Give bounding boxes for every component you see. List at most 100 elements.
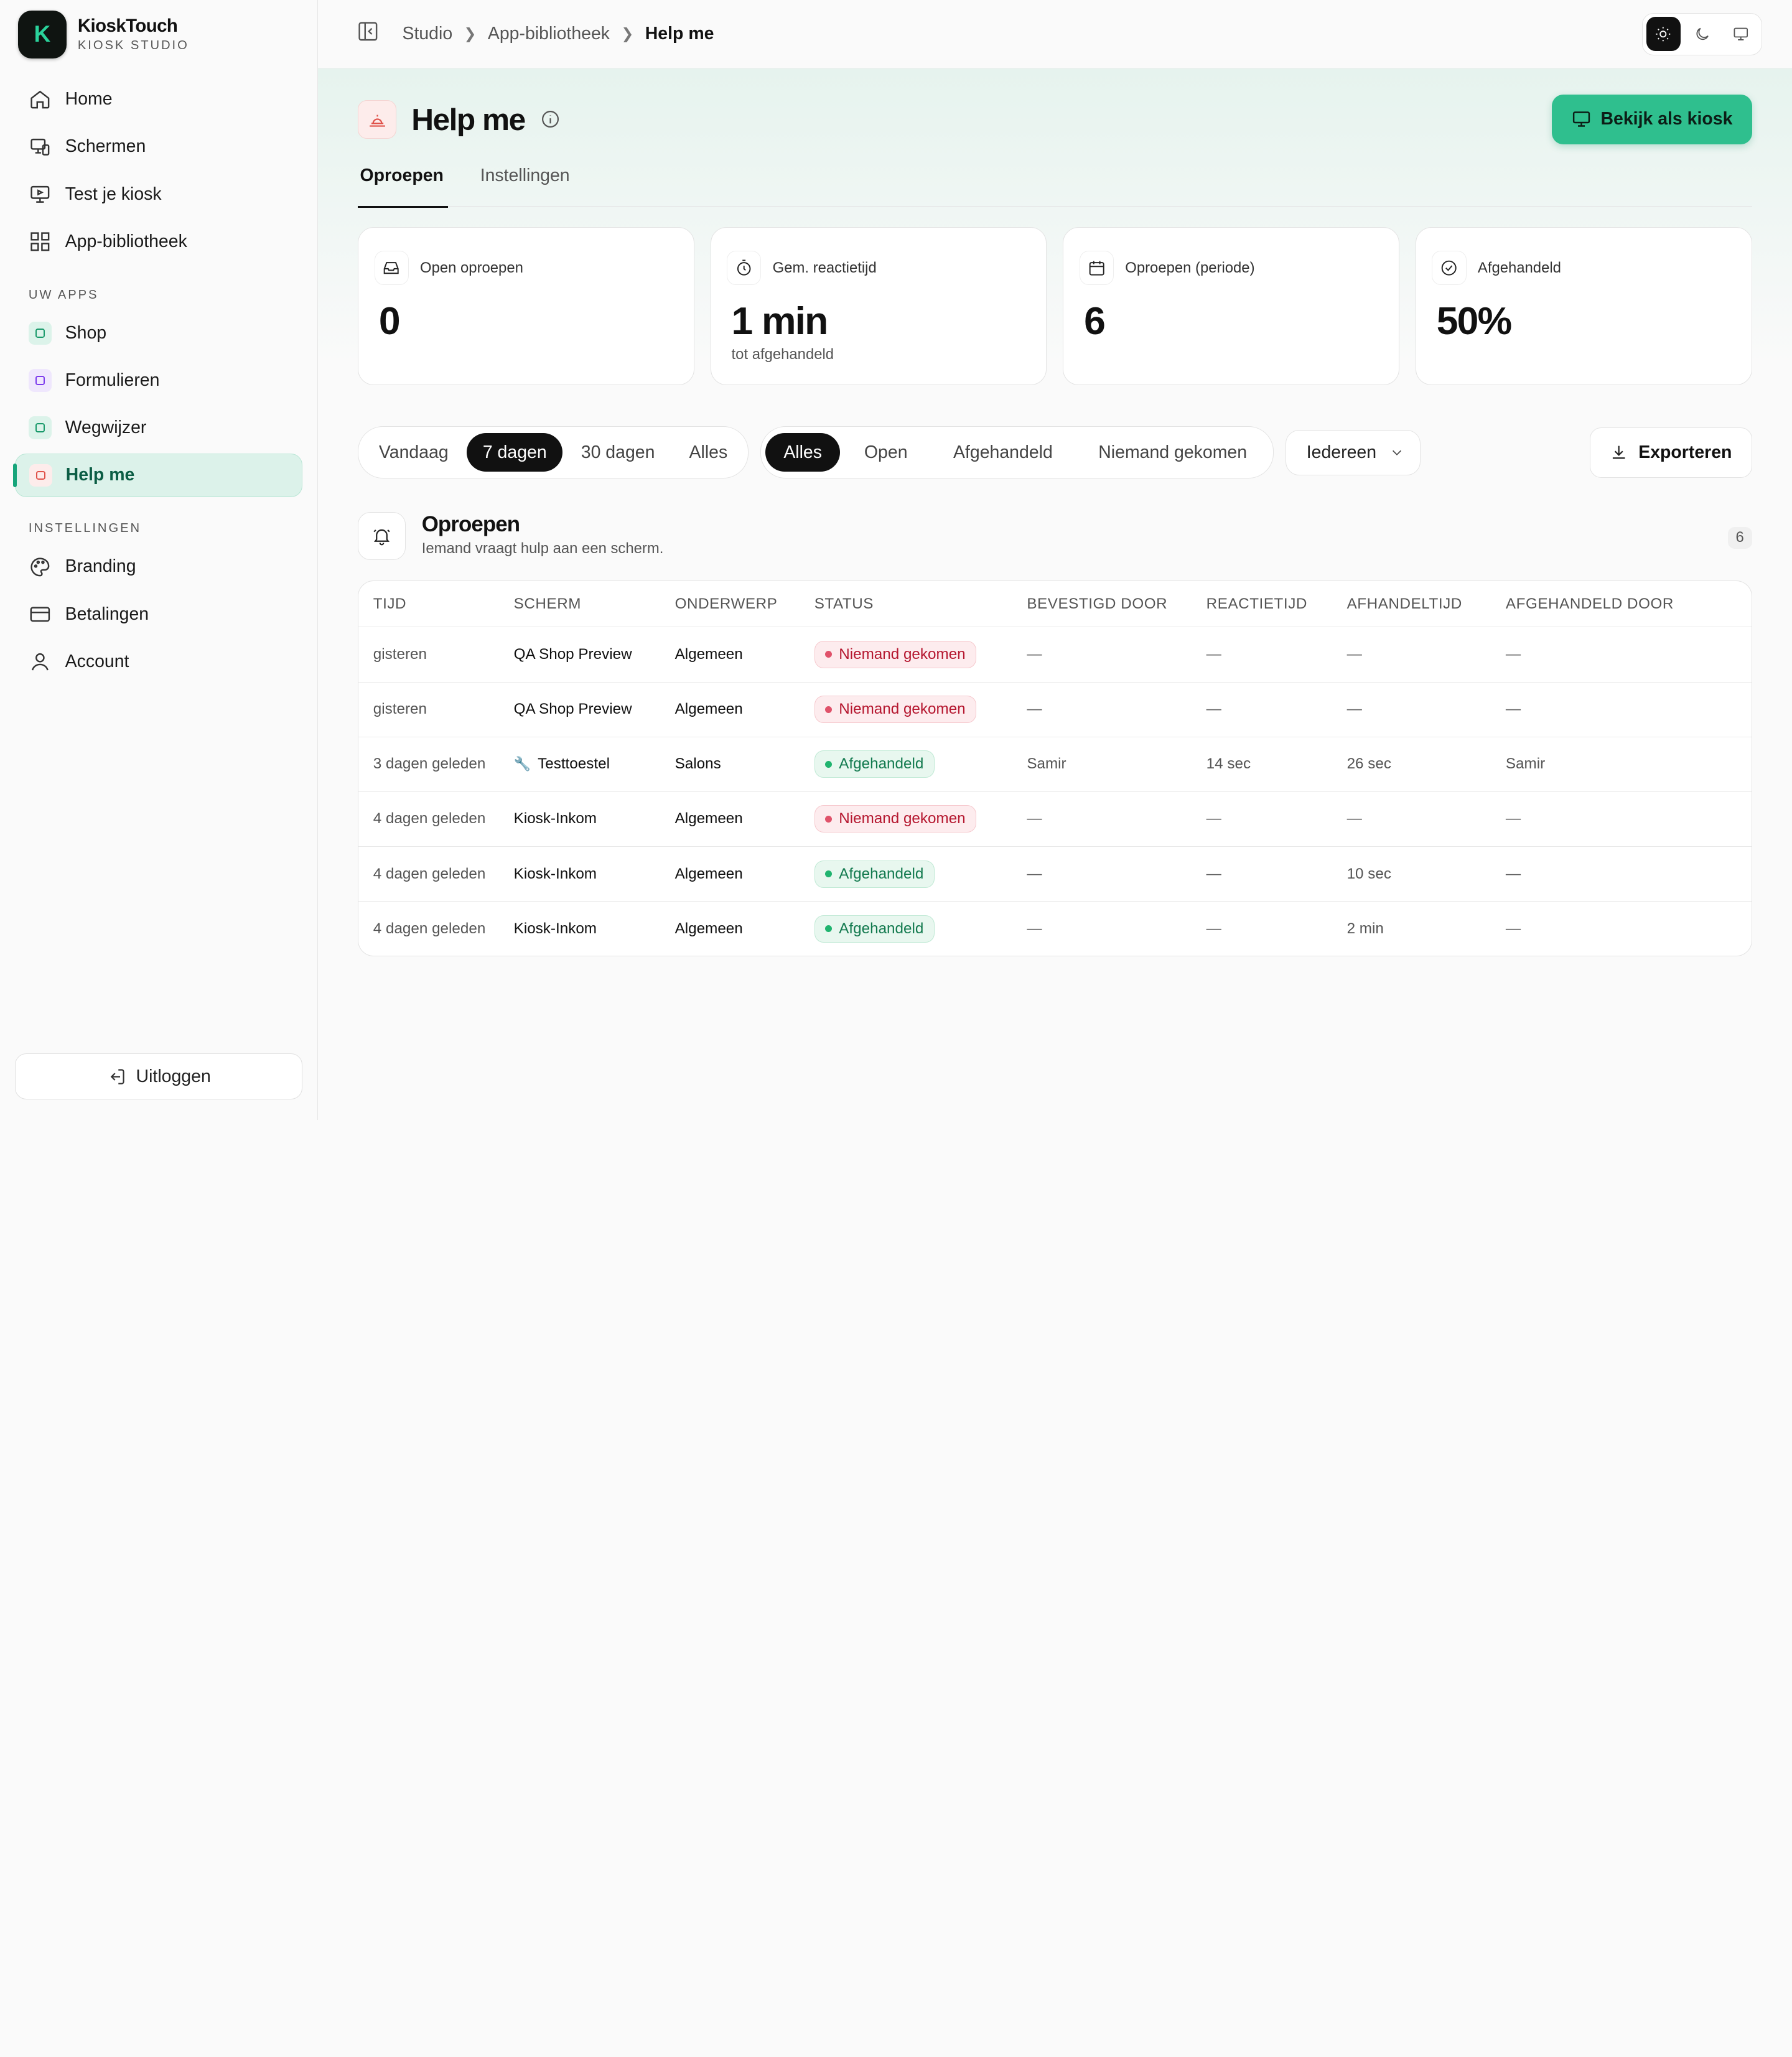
screens-icon (30, 138, 50, 156)
chevron-right-icon: ❯ (621, 26, 634, 43)
status-badge: Afgehandeld (814, 860, 935, 888)
sidebar-item-label: Betalingen (65, 604, 149, 624)
card-icon (30, 607, 50, 622)
table-row[interactable]: 4 dagen geleden Kiosk-Inkom Algemeen Nie… (358, 791, 1752, 846)
column-header[interactable]: AFGEHANDELD DOOR (1506, 595, 1752, 613)
sidebar-item-shop[interactable]: Shop (15, 311, 302, 355)
info-icon[interactable] (540, 109, 561, 129)
view-as-kiosk-button[interactable]: Bekijk als kiosk (1551, 94, 1752, 145)
cell-confirmed-by: — (1027, 701, 1042, 718)
column-header[interactable]: BEVESTIGD DOOR (1027, 595, 1206, 613)
brand[interactable]: K KioskTouch KIOSK STUDIO (0, 0, 317, 68)
cell-time: 4 dagen geleden (373, 920, 486, 937)
column-header[interactable]: REACTIETIJD (1206, 595, 1347, 613)
table-row[interactable]: gisteren QA Shop Preview Algemeen Nieman… (358, 627, 1752, 681)
breadcrumb-studio[interactable]: Studio (402, 24, 452, 44)
column-header[interactable]: STATUS (814, 595, 1027, 613)
status-option-niemand-gekomen[interactable]: Niemand gekomen (1076, 433, 1269, 472)
calls-subtitle: Iemand vraagt hulp aan een scherm. (421, 540, 664, 557)
table-row[interactable]: 3 dagen geleden 🔧 Testtoestel Salons Afge… (358, 736, 1752, 791)
status-option-open[interactable]: Open (842, 433, 929, 472)
sidebar-item-label: Branding (65, 556, 136, 577)
sidebar-item-home[interactable]: Home (15, 78, 302, 121)
filters-row: Vandaag 7 dagen 30 dagen Alles Alles Ope… (357, 426, 1752, 479)
logout-button[interactable]: Uitloggen (14, 1053, 302, 1099)
section-label-settings: INSTELLINGEN (28, 521, 142, 536)
sidebar-item-branding[interactable]: Branding (15, 545, 302, 589)
stat-value: 0 (378, 299, 401, 343)
export-button[interactable]: Exporteren (1590, 427, 1752, 478)
status-badge-label: Afgehandeld (839, 920, 924, 937)
check-circle-icon (1432, 251, 1467, 286)
breadcrumb-app-bibliotheek[interactable]: App-bibliotheek (488, 24, 610, 44)
stat-value: 6 (1084, 299, 1106, 343)
stat-value: 50% (1436, 299, 1512, 343)
sidebar-item-test-kiosk[interactable]: Test je kiosk (15, 172, 302, 216)
period-filter: Vandaag 7 dagen 30 dagen Alles (357, 426, 749, 479)
period-option-30-dagen[interactable]: 30 dagen (565, 433, 671, 472)
stat-label: Afgehandeld (1477, 259, 1561, 276)
cell-reaction: 14 sec (1206, 755, 1251, 773)
sidebar-item-schermen[interactable]: Schermen (15, 125, 302, 169)
sidebar-item-label: Wegwijzer (65, 417, 147, 438)
page-title: Help me (411, 101, 526, 137)
sidebar-item-betalingen[interactable]: Betalingen (15, 592, 302, 636)
cell-confirmed-by: Samir (1027, 755, 1066, 773)
theme-system-button[interactable] (1724, 17, 1758, 51)
theme-dark-button[interactable] (1685, 17, 1719, 51)
status-option-alles[interactable]: Alles (765, 433, 841, 472)
cell-screen: Testtoestel (538, 755, 610, 773)
bell-icon (369, 115, 385, 128)
theme-light-button[interactable] (1646, 17, 1681, 52)
cell-screen: Kiosk-Inkom (513, 920, 597, 937)
sidebar-item-wegwijzer[interactable]: Wegwijzer (15, 406, 302, 450)
moon-icon (1696, 27, 1709, 40)
tab-instellingen[interactable]: Instellingen (478, 166, 572, 207)
status-badge-label: Niemand gekomen (839, 645, 966, 663)
sidebar-item-help-me[interactable]: Help me (13, 454, 302, 497)
bell-icon (29, 464, 52, 487)
cell-confirmed-by: — (1027, 810, 1042, 828)
cell-confirmed-by: — (1027, 865, 1042, 882)
cell-topic: Algemeen (674, 865, 743, 882)
column-header[interactable]: ONDERWERP (675, 595, 814, 613)
period-option-7-dagen[interactable]: 7 dagen (467, 433, 563, 472)
sidebar-item-app-bibliotheek[interactable]: App-bibliotheek (15, 220, 302, 263)
table-row[interactable]: 4 dagen geleden Kiosk-Inkom Algemeen Afg… (358, 901, 1752, 956)
timer-icon (727, 251, 762, 286)
status-badge-label: Afgehandeld (839, 865, 924, 882)
cell-reaction: — (1206, 865, 1221, 882)
palette-icon (30, 557, 50, 576)
user-icon (31, 653, 49, 671)
column-header[interactable]: AFHANDELTIJD (1347, 595, 1506, 613)
cell-handled-by: — (1505, 701, 1521, 718)
cell-time: gisteren (373, 645, 427, 663)
people-select[interactable]: Iedereen (1285, 429, 1421, 475)
stat-label: Open oproepen (420, 259, 523, 276)
sidebar-item-account[interactable]: Account (15, 640, 302, 683)
cell-time: 4 dagen geleden (373, 810, 486, 828)
tab-oproepen[interactable]: Oproepen (357, 166, 449, 208)
theme-switcher (1642, 12, 1763, 55)
section-label-apps: UW APPS (28, 287, 99, 302)
status-option-afgehandeld[interactable]: Afgehandeld (931, 433, 1075, 472)
sidebar-item-formulieren[interactable]: Formulieren (15, 359, 302, 403)
stat-label: Oproepen (periode) (1125, 259, 1255, 276)
period-option-vandaag[interactable]: Vandaag (363, 433, 464, 472)
bell-ring-icon (357, 511, 406, 560)
sidebar-item-label: App-bibliotheek (65, 231, 187, 251)
cell-time: 4 dagen geleden (373, 865, 486, 882)
cell-topic: Algemeen (674, 645, 743, 663)
table-row[interactable]: gisteren QA Shop Preview Algemeen Nieman… (358, 681, 1752, 737)
breadcrumb-current: Help me (645, 24, 714, 44)
wrench-icon: 🔧 (513, 756, 531, 772)
column-header[interactable]: SCHERM (514, 595, 675, 613)
column-header[interactable]: TIJD (358, 595, 514, 613)
sidebar-toggle-button[interactable] (357, 20, 380, 48)
cell-handling: 26 sec (1346, 755, 1391, 773)
cell-handled-by: — (1505, 810, 1521, 828)
period-option-alles[interactable]: Alles (673, 433, 744, 472)
cell-topic: Algemeen (674, 810, 743, 828)
table-row[interactable]: 4 dagen geleden Kiosk-Inkom Algemeen Afg… (358, 846, 1752, 901)
chevron-down-icon (1393, 450, 1402, 456)
